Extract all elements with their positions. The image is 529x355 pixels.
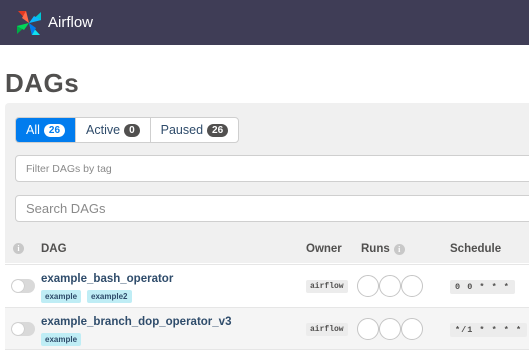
- dag-link[interactable]: example_bash_operator: [41, 273, 173, 285]
- run-status-circles: [357, 318, 423, 340]
- header-runs-label: Runs: [361, 243, 390, 255]
- page-title: DAGs: [5, 68, 80, 98]
- dag-search-input[interactable]: [15, 195, 529, 222]
- airflow-pinwheel-icon: [17, 10, 41, 35]
- tab-paused[interactable]: Paused 26: [149, 118, 239, 142]
- run-status-circle[interactable]: [401, 275, 423, 297]
- run-status-circle[interactable]: [357, 275, 379, 297]
- header-info-cell: i: [13, 243, 24, 254]
- header-runs: Runs i: [361, 243, 405, 255]
- tag-chip[interactable]: example2: [87, 290, 132, 303]
- tab-active-count: 0: [124, 123, 140, 137]
- run-status-circles: [357, 275, 423, 297]
- run-status-circle[interactable]: [379, 318, 401, 340]
- header-dag[interactable]: DAG: [41, 243, 67, 255]
- pause-toggle[interactable]: [11, 279, 35, 293]
- tag-chip[interactable]: example: [41, 333, 82, 346]
- owner-badge: airflow: [306, 323, 348, 336]
- tab-active-label: Active: [86, 123, 121, 137]
- header-owner[interactable]: Owner: [306, 243, 342, 255]
- tab-all[interactable]: All 26: [16, 118, 76, 142]
- tag-filter-input[interactable]: [15, 155, 529, 182]
- pause-toggle[interactable]: [11, 322, 35, 336]
- dag-tags: example: [41, 333, 82, 346]
- owner-badge: airflow: [306, 280, 348, 293]
- top-navbar: Airflow: [0, 0, 529, 45]
- info-icon[interactable]: i: [13, 243, 24, 254]
- brand-name: Airflow: [48, 14, 94, 31]
- schedule-badge[interactable]: */1 * * * *: [450, 323, 528, 337]
- runs-info-icon[interactable]: i: [393, 243, 405, 255]
- table-row: example_bash_operator example example2 a…: [5, 264, 529, 307]
- status-filter-tabs: All 26 Active 0 Paused 26: [15, 117, 240, 143]
- dag-tags: example example2: [41, 290, 132, 303]
- tab-all-label: All: [26, 123, 40, 137]
- table-row: example_branch_dop_operator_v3 example a…: [5, 307, 529, 350]
- dag-link[interactable]: example_branch_dop_operator_v3: [41, 316, 231, 328]
- airflow-logo[interactable]: Airflow: [14, 8, 93, 38]
- table-header: i DAG Owner Runs i Schedule: [5, 236, 529, 264]
- run-status-circle[interactable]: [401, 318, 423, 340]
- tag-chip[interactable]: example: [41, 290, 82, 303]
- header-schedule[interactable]: Schedule: [450, 243, 501, 255]
- run-status-circle[interactable]: [357, 318, 379, 340]
- tab-paused-count: 26: [207, 123, 229, 137]
- schedule-badge[interactable]: 0 0 * * *: [450, 280, 515, 294]
- tab-paused-label: Paused: [160, 123, 204, 137]
- tab-all-count: 26: [43, 123, 66, 137]
- run-status-circle[interactable]: [379, 275, 401, 297]
- tab-active[interactable]: Active 0: [75, 118, 150, 142]
